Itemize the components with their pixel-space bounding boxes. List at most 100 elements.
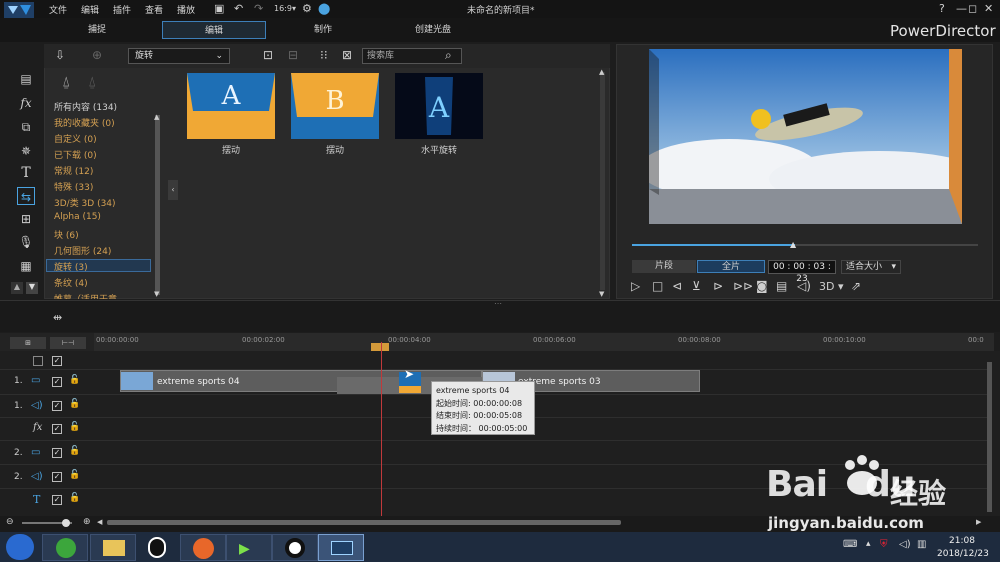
fast-forward-icon[interactable]: ⊳⊳ [733, 279, 753, 293]
category-item[interactable]: 块 (6) [54, 228, 79, 241]
scroll-left-icon[interactable]: ◀ [97, 518, 102, 526]
aspect-ratio-icon[interactable]: 16:9▾ [274, 4, 296, 13]
keyboard-icon[interactable]: ⌨ [843, 539, 857, 550]
subtitle-icon[interactable]: ▤ [776, 279, 787, 293]
clip-mode-button[interactable]: 片段 [632, 260, 696, 273]
transition-thumbnail[interactable]: B [291, 73, 379, 139]
voiceover-icon[interactable]: 🎙 [17, 233, 35, 251]
category-item[interactable]: 所有内容 (134) [54, 100, 117, 113]
lock-icon[interactable]: 🔓 [69, 493, 80, 503]
category-item[interactable]: 几何图形 (24) [54, 244, 111, 257]
category-item[interactable]: 帷幕（适用于章 [54, 292, 117, 299]
transition-thumbnail[interactable]: A [395, 73, 483, 139]
close-button[interactable]: ✕ [984, 2, 993, 15]
playhead-line[interactable] [381, 342, 382, 518]
clock-time[interactable]: 21:08 [949, 536, 975, 546]
particle-room-icon[interactable]: ✵ [17, 142, 35, 160]
resize-icon[interactable]: ⊠ [342, 48, 352, 62]
menu-view[interactable]: 查看 [145, 3, 163, 16]
tab-create-disc[interactable]: 创建光盘 [381, 21, 485, 39]
favorite-add-icon[interactable]: ⍙ [62, 74, 70, 90]
transition-room-icon[interactable]: ⇆ [17, 187, 35, 205]
scroll-down-icon[interactable]: ▼ [154, 290, 159, 298]
title-room-icon[interactable]: T [17, 164, 35, 182]
track-enable-checkbox[interactable]: ✓ [52, 495, 62, 505]
volume-tray-icon[interactable]: ◁) [899, 539, 911, 550]
zoom-fit-select[interactable]: 适合大小 ▾ [841, 260, 901, 274]
taskbar-app-video[interactable]: ▶ [226, 534, 272, 561]
redo-icon[interactable]: ↷ [254, 2, 263, 15]
clock-date[interactable]: 2018/12/23 [937, 549, 989, 559]
timeline-view-button[interactable]: ⊢⊣ [50, 337, 86, 349]
search-icon[interactable]: ⌕ [445, 48, 452, 63]
playhead-marker[interactable] [371, 343, 389, 351]
zoom-out-icon[interactable]: ⊖ [6, 517, 14, 527]
taskbar-app-powerdirector[interactable] [318, 534, 364, 561]
fit-timeline-icon[interactable]: ⇹ [53, 311, 62, 324]
timecode-display[interactable]: 00 : 00 : 03 : 23 [768, 260, 836, 284]
import-icon[interactable]: ⇩ [55, 48, 65, 62]
taskbar-app-explorer[interactable] [90, 534, 136, 561]
category-item[interactable]: 条纹 (4) [54, 276, 88, 289]
play-icon[interactable]: ▷ [631, 279, 640, 293]
rail-up-icon[interactable]: ▲ [11, 282, 23, 294]
lock-icon[interactable]: 🔓 [69, 375, 80, 385]
tab-capture[interactable]: 捕捉 [45, 21, 149, 39]
grid-view-icon[interactable]: ⁝⁝ [320, 48, 328, 62]
category-select[interactable]: 旋转 ⌄ [128, 48, 230, 64]
lock-icon[interactable]: 🔓 [69, 422, 80, 432]
category-item[interactable]: 自定义 (0) [54, 132, 97, 145]
menu-edit[interactable]: 编辑 [81, 3, 99, 16]
globe-icon[interactable]: ⊕ [92, 48, 102, 62]
maximize-button[interactable]: ◻ [968, 2, 977, 15]
category-item[interactable]: 特殊 (33) [54, 180, 93, 193]
collapse-panel-button[interactable]: ‹ [168, 180, 178, 200]
category-item-selected[interactable]: 旋转 (3) [46, 259, 151, 273]
taskbar-app-recorder[interactable] [272, 534, 318, 561]
scroll-down-icon[interactable]: ▼ [599, 290, 604, 298]
menu-file[interactable]: 文件 [49, 3, 67, 16]
favorite-remove-icon[interactable]: ⍙ [88, 74, 96, 90]
lock-icon[interactable]: 🔓 [69, 470, 80, 480]
3d-mode-button[interactable]: 3D ▾ [819, 280, 844, 293]
menu-plugins[interactable]: 插件 [113, 3, 131, 16]
zoom-in-icon[interactable]: ⊕ [83, 517, 91, 527]
volume-icon[interactable]: ◁) [797, 279, 811, 293]
splitter-grip-icon[interactable]: ⋯ [494, 299, 502, 308]
scroll-right-icon[interactable]: ▶ [976, 518, 981, 526]
lock-icon[interactable]: 🔓 [69, 446, 80, 456]
tray-arrow-icon[interactable]: ▴ [866, 539, 871, 549]
audio-mix-icon[interactable]: ⊞ [17, 210, 35, 228]
category-item[interactable]: 常规 (12) [54, 164, 93, 177]
network-tray-icon[interactable]: ▥ [917, 539, 926, 550]
library-scrollbar[interactable] [600, 72, 605, 290]
undock-icon[interactable]: ⇗ [851, 279, 861, 293]
previous-frame-icon[interactable]: ⊲ [672, 279, 682, 293]
settings-icon[interactable]: ⚙ [302, 2, 312, 15]
timeline-hscrollbar[interactable] [107, 520, 621, 525]
track-enable-checkbox[interactable]: ✓ [52, 472, 62, 482]
minimize-button[interactable]: — [956, 2, 967, 15]
transition-thumbnail[interactable]: A [187, 73, 275, 139]
track-enable-checkbox[interactable]: ✓ [52, 401, 62, 411]
scroll-up-icon[interactable]: ▲ [599, 68, 604, 76]
rail-down-icon[interactable]: ▼ [26, 282, 38, 294]
media-room-icon[interactable]: ▤ [17, 70, 35, 88]
category-item[interactable]: 3D/类 3D (34) [54, 196, 116, 209]
toggle-all-tracks-checkbox[interactable] [33, 356, 43, 366]
split-icon[interactable]: ⊻ [692, 279, 701, 293]
track-enable-checkbox[interactable]: ✓ [52, 448, 62, 458]
next-frame-icon[interactable]: ⊳ [713, 279, 723, 293]
scroll-up-icon[interactable]: ▲ [154, 113, 159, 121]
scrubber-handle[interactable]: ▲ [790, 240, 796, 249]
storyboard-view-button[interactable]: ⊞ [10, 337, 46, 349]
timeline-vscrollbar[interactable] [987, 362, 992, 512]
track-enable-checkbox[interactable]: ✓ [52, 377, 62, 387]
movie-mode-button[interactable]: 全片 [697, 260, 765, 273]
tab-edit[interactable]: 编辑 [162, 21, 266, 39]
tab-produce[interactable]: 制作 [271, 21, 375, 39]
start-button[interactable] [6, 534, 34, 560]
remove-icon[interactable]: ⊟ [288, 48, 298, 62]
taskbar-app-360[interactable] [42, 534, 88, 561]
zoom-slider-handle[interactable] [62, 519, 70, 527]
